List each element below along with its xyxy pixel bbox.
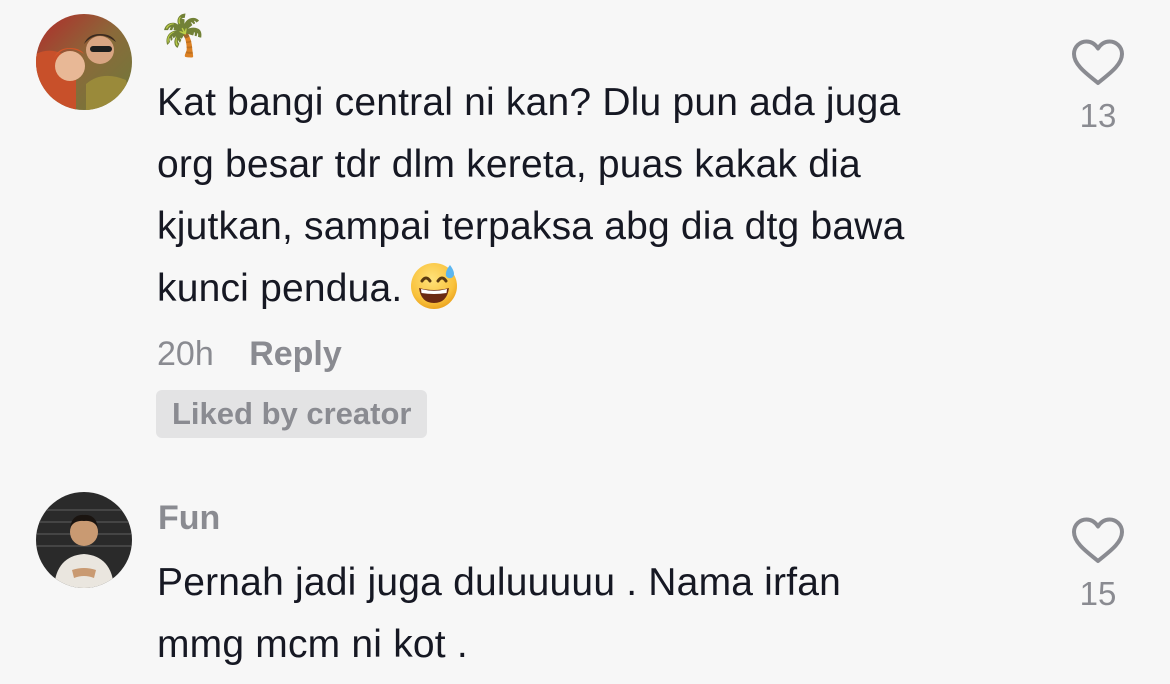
- username[interactable]: Fun: [158, 498, 220, 538]
- comment-item: 🌴 Kat bangi central ni kan? Dlu pun ada …: [0, 0, 1170, 470]
- avatar-image: [36, 14, 132, 110]
- comment-text: Pernah jadi juga duluuuuu . Nama irfan m…: [157, 552, 1037, 676]
- comment-text-line: org besar tdr dlm kereta, puas kakak dia: [157, 143, 861, 186]
- reply-button[interactable]: Reply: [249, 335, 342, 373]
- comment-text: Kat bangi central ni kan? Dlu pun ada ju…: [157, 72, 1037, 320]
- comment-text-segment: kunci pendua.: [157, 267, 403, 310]
- grinning-face-with-sweat-icon: [411, 263, 458, 309]
- comment-text-line: Pernah jadi juga duluuuuu . Nama irfan: [157, 561, 842, 604]
- heart-icon[interactable]: [1070, 516, 1126, 566]
- comment-item: Fun Pernah jadi juga duluuuuu . Nama irf…: [0, 478, 1170, 684]
- avatar[interactable]: [36, 492, 132, 588]
- comment-text-line: kjutkan, sampai terpaksa abg dia dtg baw…: [157, 205, 905, 248]
- comment-text-line: mmg mcm ni kot .: [157, 623, 468, 666]
- like-count: 13: [1079, 97, 1117, 134]
- username[interactable]: 🌴: [158, 14, 208, 58]
- heart-icon[interactable]: [1070, 38, 1126, 88]
- comment-text-line: Kat bangi central ni kan? Dlu pun ada ju…: [157, 81, 901, 124]
- like-control: 15: [1066, 516, 1130, 614]
- like-control: 13: [1066, 38, 1130, 136]
- comment-meta: 20h Reply: [157, 332, 342, 376]
- avatar-image: [36, 492, 132, 588]
- liked-by-creator-badge: Liked by creator: [156, 390, 428, 438]
- comment-text-line-last: kunci pendua.: [157, 258, 1037, 320]
- like-count: 15: [1079, 575, 1117, 612]
- comment-timestamp: 20h: [157, 335, 214, 373]
- avatar[interactable]: [36, 14, 132, 110]
